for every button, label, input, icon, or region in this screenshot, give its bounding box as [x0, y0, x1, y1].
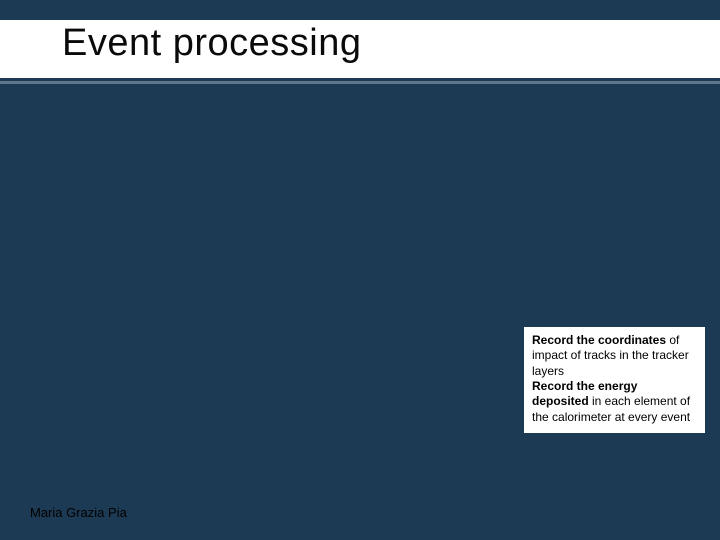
footer-author: Maria Grazia Pia [30, 505, 127, 520]
title-divider [0, 81, 720, 84]
note-box: Record the coordinates of impact of trac… [524, 327, 705, 433]
note-line1-bold: Record the coordinates [532, 333, 666, 347]
slide: Event processing Record the coordinates … [0, 0, 720, 540]
slide-title: Event processing [62, 22, 362, 65]
title-band: Event processing [0, 20, 720, 78]
